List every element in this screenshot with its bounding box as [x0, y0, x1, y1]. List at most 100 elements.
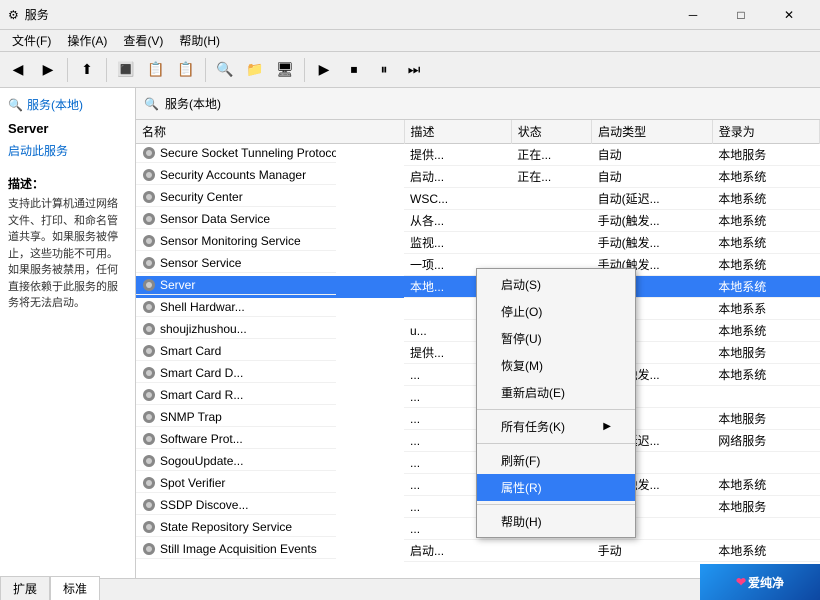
service-logon-cell: 本地系统 [712, 474, 819, 496]
service-name-cell: Software Prot... [136, 430, 336, 449]
service-startup-cell: 自动 [592, 144, 713, 166]
computer-button[interactable]: 🖥 [271, 56, 299, 84]
service-startup-cell: 手动(触发... [592, 232, 713, 254]
title-icon: ⚙ [8, 8, 19, 22]
context-menu-item[interactable]: 属性(R) [477, 474, 635, 501]
context-menu-item[interactable]: 帮助(H) [477, 508, 635, 535]
service-startup-cell: 手动 [592, 540, 713, 562]
service-logon-cell: 本地系统 [712, 320, 819, 342]
context-menu-item[interactable]: 暂停(U) [477, 325, 635, 352]
service-logon-cell [712, 518, 819, 540]
menu-view[interactable]: 查看(V) [115, 30, 171, 51]
forward-button[interactable]: ▶ [34, 56, 62, 84]
table-header: 名称 描述 状态 启动类型 登录为 [136, 120, 820, 144]
context-menu: 启动(S) 停止(O)暂停(U) 恢复(M) 重新启动(E) 所有任务(K)▶ 刷新(F)… [476, 268, 636, 538]
copy-button[interactable]: 📋 [142, 56, 170, 84]
tab-expand[interactable]: 扩展 [0, 576, 50, 600]
service-desc-cell: 启动... [404, 540, 511, 562]
service-desc-cell: 监视... [404, 232, 511, 254]
left-panel-icon: 🔍 [8, 98, 23, 112]
service-name-cell: Secure Socket Tunneling Protoco... [136, 144, 336, 163]
watermark-text: 爱纯净 [748, 574, 784, 591]
service-name-cell: Sensor Service [136, 254, 336, 273]
context-menu-item-label: 所有任务(K) [501, 418, 565, 435]
menu-help[interactable]: 帮助(H) [171, 30, 228, 51]
service-name-cell: Smart Card D... [136, 364, 336, 383]
service-name-cell: Smart Card [136, 342, 336, 361]
play-button[interactable]: ▶ [310, 56, 338, 84]
service-logon-cell: 本地系统 [712, 210, 819, 232]
service-logon-cell: 本地系统 [712, 166, 819, 188]
context-menu-item[interactable]: 所有任务(K)▶ [477, 413, 635, 440]
service-startup-cell: 自动(延迟... [592, 188, 713, 210]
menu-file[interactable]: 文件(F) [4, 30, 59, 51]
service-name-cell: Sensor Monitoring Service [136, 232, 336, 251]
restart-button[interactable]: ⏭ [400, 56, 428, 84]
service-status-cell [511, 188, 591, 210]
tab-standard[interactable]: 标准 [50, 576, 100, 600]
col-header-name[interactable]: 名称 [136, 120, 404, 144]
context-menu-item[interactable]: 恢复(M) [477, 352, 635, 379]
toolbar-sep-3 [205, 58, 206, 82]
table-row[interactable]: Security Accounts Manager 启动... 正在... 自动… [136, 166, 820, 188]
service-name-cell: Spot Verifier [136, 474, 336, 493]
table-row[interactable]: Sensor Monitoring Service 监视... 手动(触发...… [136, 232, 820, 254]
service-name-cell: SSDP Discove... [136, 496, 336, 515]
table-row[interactable]: Still Image Acquisition Events 启动... 手动 … [136, 540, 820, 562]
table-row[interactable]: Secure Socket Tunneling Protoco... 提供...… [136, 144, 820, 166]
table-row[interactable]: Sensor Data Service 从各... 手动(触发... 本地系统 [136, 210, 820, 232]
toolbar-sep-2 [106, 58, 107, 82]
service-status-cell: 正在... [511, 144, 591, 166]
toolbar: ◀ ▶ ⬆ 🔳 📋 📋 🔍 📁 🖥 ▶ ⏹ ⏸ ⏭ [0, 52, 820, 88]
minimize-button[interactable]: ─ [670, 0, 716, 30]
service-logon-cell: 本地系统 [712, 254, 819, 276]
table-row[interactable]: Security Center WSC... 自动(延迟... 本地系统 [136, 188, 820, 210]
toolbar-sep-1 [67, 58, 68, 82]
service-logon-cell: 本地服务 [712, 144, 819, 166]
context-menu-item[interactable]: 重新启动(E) [477, 379, 635, 406]
service-logon-cell: 本地系统 [712, 188, 819, 210]
maximize-button[interactable]: □ [718, 0, 764, 30]
service-name-cell: State Repository Service [136, 518, 336, 537]
context-menu-item-label: 属性(R) [501, 479, 542, 496]
context-menu-item-label: 刷新(F) [501, 452, 540, 469]
start-service-link[interactable]: 启动此服务 [8, 142, 68, 159]
right-panel: 🔍 服务(本地) 名称 描述 状态 启动类型 登录为 [136, 88, 820, 578]
col-header-startup[interactable]: 启动类型 [592, 120, 713, 144]
back-button[interactable]: ◀ [4, 56, 32, 84]
paste-button[interactable]: 📋 [172, 56, 200, 84]
context-menu-item-label: 启动(S) [501, 276, 541, 293]
service-name-cell: SNMP Trap [136, 408, 336, 427]
service-logon-cell: 本地系统 [712, 276, 819, 298]
close-button[interactable]: ✕ [766, 0, 812, 30]
service-logon-cell: 网络服务 [712, 430, 819, 452]
left-panel-title-text: 服务(本地) [27, 96, 83, 113]
service-logon-cell: 本地系统 [712, 232, 819, 254]
col-header-desc[interactable]: 描述 [404, 120, 511, 144]
col-header-logon[interactable]: 登录为 [712, 120, 819, 144]
titlebar-controls: ─ □ ✕ [670, 0, 812, 30]
service-name-cell: shoujizhushou... [136, 320, 336, 339]
service-status-cell: 正在... [511, 166, 591, 188]
pause-button[interactable]: ⏸ [370, 56, 398, 84]
service-logon-cell [712, 452, 819, 474]
context-menu-item[interactable]: 停止(O) [477, 298, 635, 325]
stop-button[interactable]: ⏹ [340, 56, 368, 84]
context-menu-item-label: 恢复(M) [501, 357, 543, 374]
window: ⚙ 服务 ─ □ ✕ 文件(F) 操作(A) 查看(V) 帮助(H) ◀ ▶ ⬆… [0, 0, 820, 600]
folder-button[interactable]: 📁 [241, 56, 269, 84]
col-header-status[interactable]: 状态 [511, 120, 591, 144]
context-menu-separator [477, 443, 635, 444]
menu-action[interactable]: 操作(A) [59, 30, 115, 51]
up-button[interactable]: ⬆ [73, 56, 101, 84]
context-menu-item[interactable]: 启动(S) [477, 271, 635, 298]
bottom-tabs: 扩展 标准 [0, 578, 820, 600]
context-menu-item[interactable]: 刷新(F) [477, 447, 635, 474]
service-name-cell: Smart Card R... [136, 386, 336, 405]
service-logon-cell: 本地系统 [712, 540, 819, 562]
watermark: ❤ 爱纯净 [700, 564, 820, 600]
search-button[interactable]: 🔍 [211, 56, 239, 84]
service-logon-cell: 本地服务 [712, 408, 819, 430]
show-hide-button[interactable]: 🔳 [112, 56, 140, 84]
service-startup-cell: 手动(触发... [592, 210, 713, 232]
